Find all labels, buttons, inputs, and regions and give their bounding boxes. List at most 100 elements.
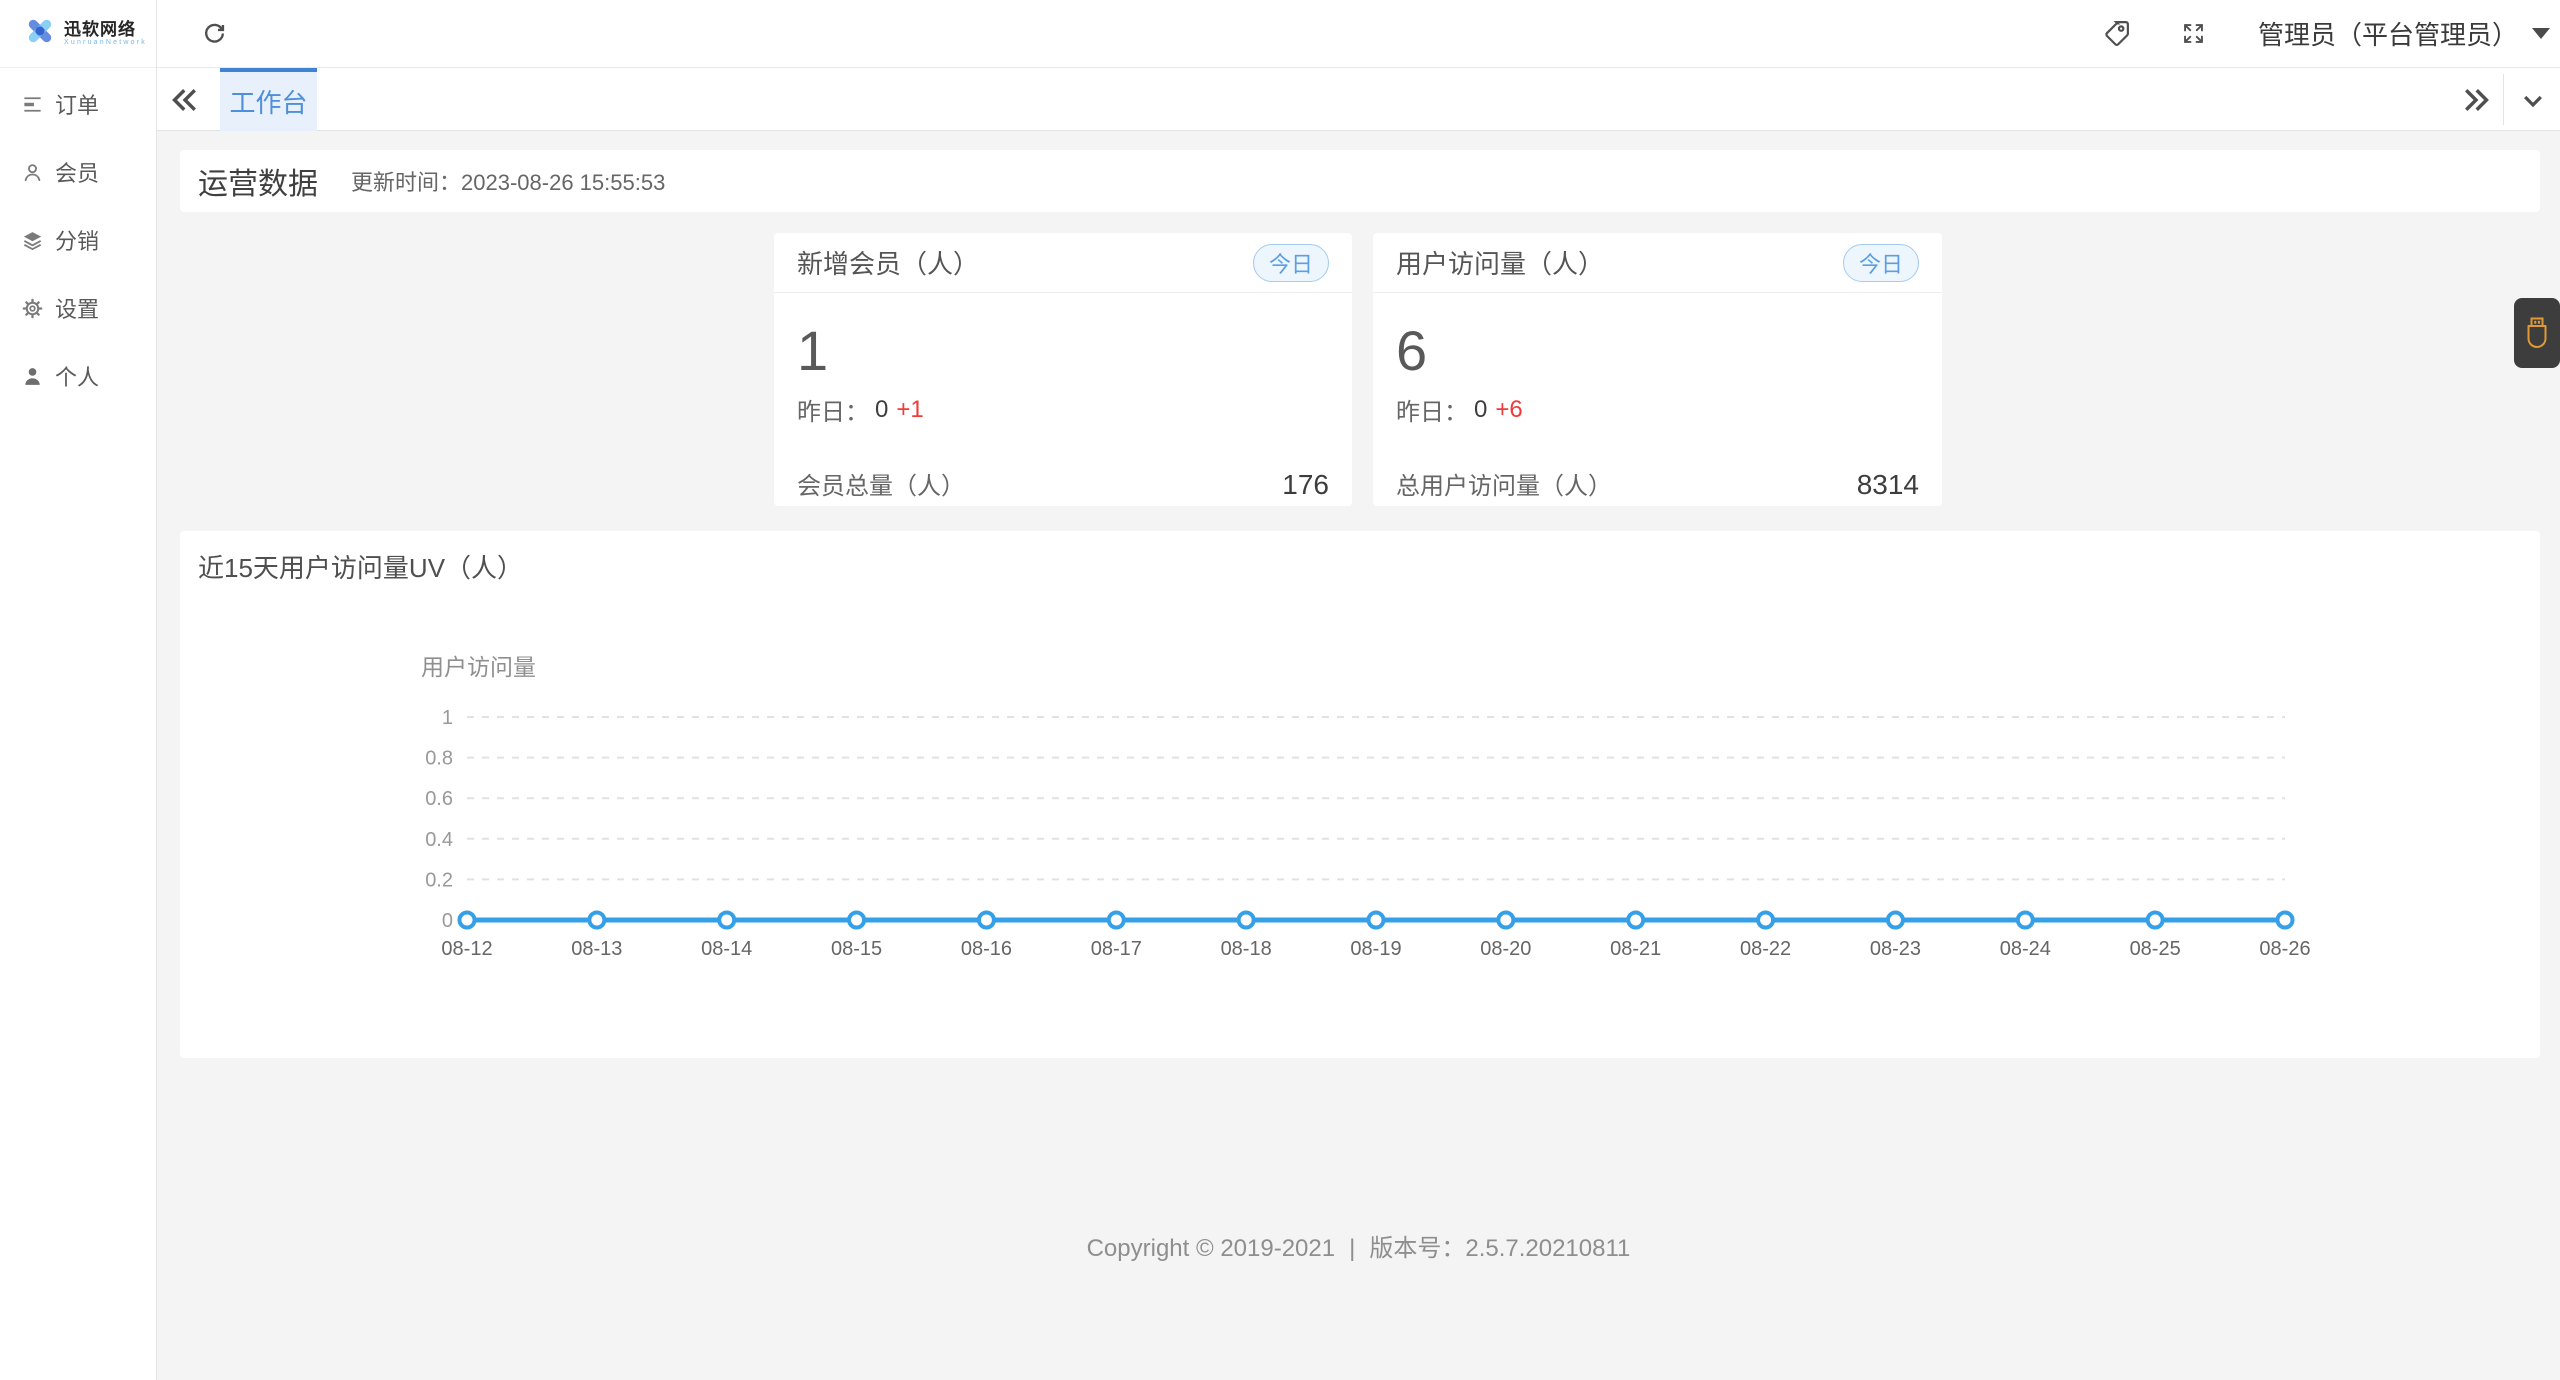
stat-card-title: 新增会员（人） xyxy=(797,249,980,279)
svg-text:08-20: 08-20 xyxy=(1480,938,1531,960)
sidebar-item-members[interactable]: 会员 xyxy=(0,138,156,206)
svg-text:0.4: 0.4 xyxy=(425,829,453,851)
yesterday-value: 0 xyxy=(875,395,889,423)
tab-workbench[interactable]: 工作台 xyxy=(220,68,317,131)
admin-dashboard-page: 迅软网络 XunruanNetwork 订单 会员 分销 设置 个人 管理员（平… xyxy=(0,0,2560,1380)
sidebar-item-label: 个人 xyxy=(55,365,100,390)
total-value: 176 xyxy=(1282,469,1329,500)
tag-icon xyxy=(2105,21,2130,46)
stat-card-body: 6 昨日： 0 +6 总用户访问量（人） 8314 xyxy=(1373,323,1942,501)
svg-text:08-14: 08-14 xyxy=(701,938,752,960)
total-value: 8314 xyxy=(1856,469,1919,500)
svg-text:08-13: 08-13 xyxy=(571,938,622,960)
sidebar-item-distribution[interactable]: 分销 xyxy=(0,206,156,274)
total-row: 会员总量（人） 176 xyxy=(797,466,1329,501)
yesterday-label: 昨日： xyxy=(797,399,869,426)
svg-text:08-23: 08-23 xyxy=(1870,938,1921,960)
member-user-icon xyxy=(21,161,44,184)
tag-button[interactable] xyxy=(2101,18,2133,50)
fullscreen-button[interactable] xyxy=(2178,18,2210,50)
svg-text:08-12: 08-12 xyxy=(441,938,492,960)
sidebar-item-label: 设置 xyxy=(55,297,100,322)
user-menu[interactable]: 管理员（平台管理员） xyxy=(2258,15,2550,52)
footer-version: 版本号：2.5.7.20210811 xyxy=(1369,1235,1631,1262)
caret-down-icon xyxy=(2532,28,2550,39)
double-chevron-left-icon xyxy=(172,89,196,111)
sidebar-item-label: 分销 xyxy=(55,229,100,254)
total-row: 总用户访问量（人） 8314 xyxy=(1396,466,1919,501)
svg-text:08-25: 08-25 xyxy=(2130,938,2181,960)
svg-text:08-18: 08-18 xyxy=(1221,938,1272,960)
fullscreen-icon xyxy=(2184,24,2204,43)
brand-logo: 迅软网络 XunruanNetwork xyxy=(0,0,156,68)
operation-data-bar: 运营数据 更新时间：2023-08-26 15:55:53 xyxy=(180,150,2540,212)
yesterday-label: 昨日： xyxy=(1396,399,1468,426)
delta-value: +6 xyxy=(1495,395,1523,423)
update-time-label: 更新时间： xyxy=(351,170,462,195)
svg-text:0: 0 xyxy=(442,910,453,932)
stat-card-body: 1 昨日： 0 +1 会员总量（人） 176 xyxy=(774,323,1352,501)
brand-text: 迅软网络 XunruanNetwork xyxy=(64,20,147,47)
svg-text:08-22: 08-22 xyxy=(1740,938,1791,960)
svg-text:08-26: 08-26 xyxy=(2259,938,2310,960)
svg-text:08-24: 08-24 xyxy=(2000,938,2051,960)
tab-dropdown-button[interactable] xyxy=(2516,84,2550,118)
svg-text:08-15: 08-15 xyxy=(831,938,882,960)
settings-gear-icon xyxy=(21,297,44,320)
svg-text:08-17: 08-17 xyxy=(1091,938,1142,960)
delta-value: +1 xyxy=(896,395,924,423)
footer-separator: | xyxy=(1349,1235,1356,1262)
svg-text:用户访问量: 用户访问量 xyxy=(421,654,536,680)
brand-name: 迅软网络 xyxy=(64,20,136,39)
update-time: 更新时间：2023-08-26 15:55:53 xyxy=(351,165,665,197)
yesterday-value: 0 xyxy=(1474,395,1488,423)
stat-card-user-visits: 用户访问量（人） 今日 6 昨日： 0 +6 总用户访问量（人） 8314 xyxy=(1373,233,1942,506)
uv-line-chart: 用户访问量 0 0.2 0.4 0.6 0.8 1 08-12 08-13 08-14 08-15 0… xyxy=(421,654,2311,960)
chevron-down-icon xyxy=(2524,95,2542,108)
sidebar-item-label: 订单 xyxy=(55,93,100,118)
topbar-right: 管理员（平台管理员） xyxy=(2101,15,2560,52)
stat-value: 6 xyxy=(1396,319,1428,382)
stat-card-new-members: 新增会员（人） 今日 1 昨日： 0 +1 会员总量（人） 176 xyxy=(774,233,1352,506)
footer-copyright: Copyright © 2019-2021 xyxy=(1086,1235,1336,1262)
uv-chart-card: 近15天用户访问量UV（人） 用户访问量 0 0.2 0.4 0.6 0.8 1 08-12 0… xyxy=(180,531,2540,1058)
svg-text:0.8: 0.8 xyxy=(425,748,453,770)
user-name: 管理员（平台管理员） xyxy=(2257,20,2518,50)
sidebar-item-profile[interactable]: 个人 xyxy=(0,342,156,410)
svg-text:0.2: 0.2 xyxy=(425,869,453,891)
sidebar: 迅软网络 XunruanNetwork 订单 会员 分销 设置 个人 xyxy=(0,0,157,1380)
today-badge: 今日 xyxy=(1842,243,1919,282)
side-helper-button[interactable] xyxy=(2514,298,2560,368)
distribution-layers-icon xyxy=(21,229,44,252)
double-chevron-right-icon xyxy=(2465,89,2489,111)
order-list-icon xyxy=(21,93,44,116)
stat-card-header: 用户访问量（人） 今日 xyxy=(1373,233,1942,293)
usb-drive-icon xyxy=(2527,317,2547,348)
collapse-left-button[interactable] xyxy=(167,82,203,118)
sidebar-item-orders[interactable]: 订单 xyxy=(0,70,156,138)
sidebar-item-label: 会员 xyxy=(55,161,100,186)
stat-value: 1 xyxy=(797,319,829,382)
today-badge: 今日 xyxy=(1252,243,1329,282)
svg-text:1: 1 xyxy=(442,707,453,729)
stat-card-header: 新增会员（人） 今日 xyxy=(774,233,1352,293)
refresh-icon xyxy=(204,23,224,43)
svg-text:08-19: 08-19 xyxy=(1350,938,1401,960)
svg-text:0.6: 0.6 xyxy=(425,788,453,810)
svg-text:08-16: 08-16 xyxy=(961,938,1012,960)
footer: Copyright © 2019-2021 | 版本号：2.5.7.20210811 xyxy=(157,1228,2560,1263)
tabbar: 工作台 xyxy=(157,68,2560,131)
tabbar-separator xyxy=(2503,74,2504,125)
sidebar-item-settings[interactable]: 设置 xyxy=(0,274,156,342)
stat-card-title: 用户访问量（人） xyxy=(1396,249,1605,279)
brand-x-logo-icon xyxy=(24,15,56,52)
collapse-right-button[interactable] xyxy=(2458,82,2494,118)
total-label: 会员总量（人） xyxy=(797,473,965,500)
brand-tagline: XunruanNetwork xyxy=(64,39,147,46)
refresh-button[interactable] xyxy=(199,19,229,49)
operation-data-title: 运营数据 xyxy=(198,168,318,201)
update-time-value: 2023-08-26 15:55:53 xyxy=(461,170,666,195)
yesterday-row: 昨日： 0 +6 xyxy=(1396,392,1919,427)
topbar: 管理员（平台管理员） xyxy=(157,0,2560,68)
yesterday-row: 昨日： 0 +1 xyxy=(797,392,1329,427)
